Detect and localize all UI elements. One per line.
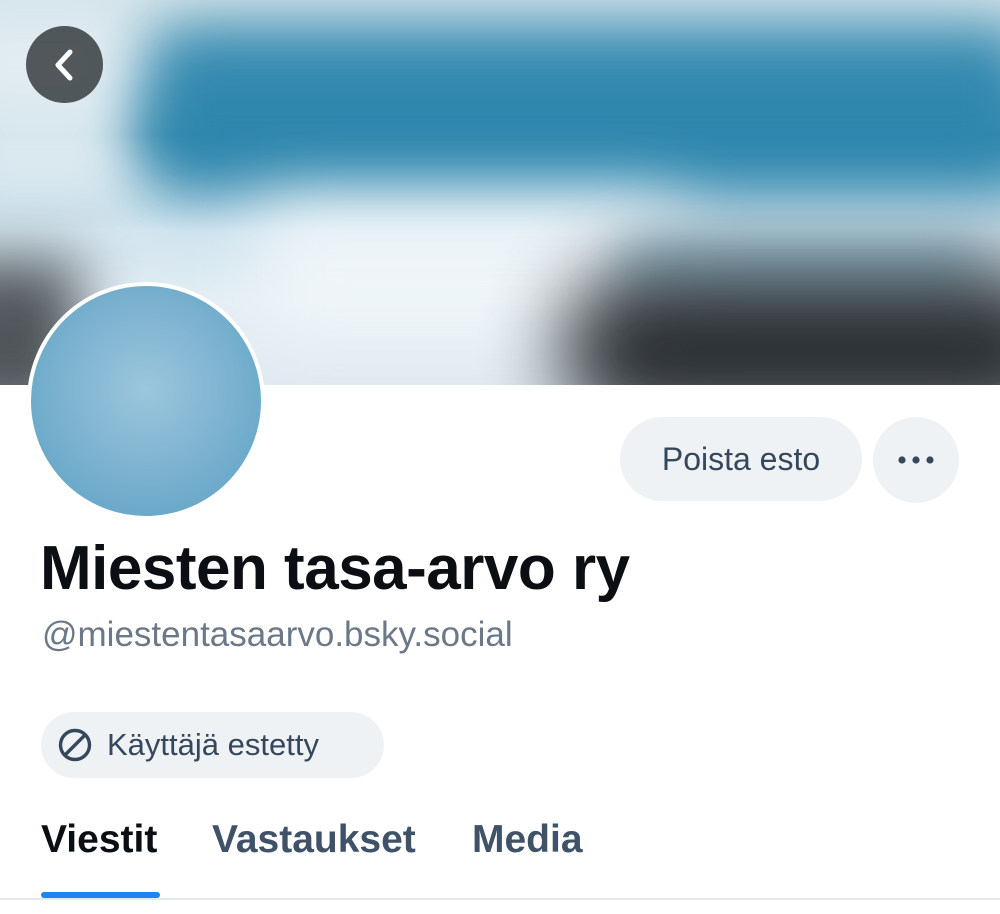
chevron-left-icon bbox=[55, 49, 72, 80]
tab-media[interactable]: Media bbox=[472, 818, 583, 862]
ellipsis-icon bbox=[898, 456, 934, 464]
blocked-status-label: Käyttäjä estetty bbox=[107, 727, 319, 762]
blocked-status-badge: Käyttäjä estetty bbox=[41, 712, 384, 778]
profile-page: Poista esto Miesten tasa-arvo ry @mieste… bbox=[0, 0, 1000, 914]
unblock-button[interactable]: Poista esto bbox=[620, 417, 862, 501]
unblock-button-label: Poista esto bbox=[661, 440, 821, 477]
profile-display-name: Miesten tasa-arvo ry bbox=[40, 534, 630, 603]
tabs-divider bbox=[0, 898, 1000, 900]
block-icon bbox=[58, 728, 92, 762]
profile-handle: @miestentasaarvo.bsky.social bbox=[42, 615, 513, 654]
profile-tabs: Viestit Vastaukset Media bbox=[0, 800, 1000, 900]
tab-posts[interactable]: Viestit bbox=[41, 818, 157, 862]
more-options-button[interactable] bbox=[873, 417, 959, 503]
avatar-image bbox=[31, 286, 261, 516]
back-button[interactable] bbox=[26, 26, 103, 103]
tab-replies[interactable]: Vastaukset bbox=[212, 818, 416, 862]
avatar[interactable] bbox=[27, 282, 265, 520]
